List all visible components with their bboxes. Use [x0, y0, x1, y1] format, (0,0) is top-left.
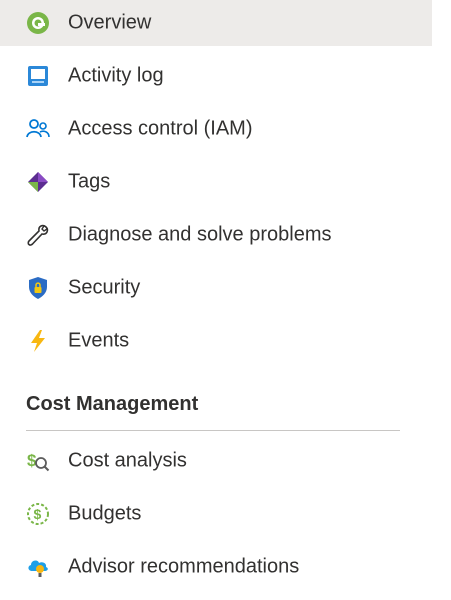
menu-item-tags[interactable]: Tags: [0, 159, 432, 205]
menu-item-label: Cost analysis: [68, 449, 187, 472]
svg-text:$: $: [27, 451, 37, 470]
menu-item-access-control[interactable]: Access control (IAM): [0, 106, 432, 152]
menu-item-label: Events: [68, 329, 130, 352]
cost-analysis-icon: $: [26, 449, 50, 473]
advisor-icon: [26, 555, 50, 579]
menu-item-label: Advisor recommendations: [68, 555, 300, 578]
menu-item-activity-log[interactable]: Activity log: [0, 53, 432, 99]
resource-menu: Overview Activity log Access control (IA…: [0, 0, 451, 600]
menu-item-security[interactable]: Security: [0, 265, 432, 311]
shield-icon: [26, 276, 50, 300]
wrench-icon: [26, 223, 50, 247]
menu-item-diagnose[interactable]: Diagnose and solve problems: [0, 212, 432, 258]
menu-item-label: Budgets: [68, 502, 142, 525]
people-icon: [26, 117, 50, 141]
menu-item-label: Security: [68, 276, 141, 299]
menu-item-label: Activity log: [68, 64, 164, 87]
menu-item-label: Diagnose and solve problems: [68, 223, 332, 246]
menu-item-label: Access control (IAM): [68, 117, 253, 140]
menu-item-advisor[interactable]: Advisor recommendations: [0, 544, 432, 590]
tag-icon: [26, 170, 50, 194]
svg-text:$: $: [34, 506, 42, 522]
menu-item-budgets[interactable]: $ Budgets: [0, 491, 432, 537]
menu-item-label: Tags: [68, 170, 111, 193]
cost-management-heading: Cost Management: [26, 393, 199, 415]
budget-icon: $: [26, 502, 50, 526]
menu-item-overview[interactable]: Overview: [0, 0, 432, 46]
menu-item-label: Overview: [68, 11, 152, 34]
menu-item-cost-analysis[interactable]: $ Cost analysis: [0, 438, 432, 484]
lightning-icon: [26, 329, 50, 353]
section-divider: [26, 430, 400, 431]
overview-icon: [26, 11, 50, 35]
menu-item-events[interactable]: Events: [0, 318, 432, 364]
activity-log-icon: [26, 64, 50, 88]
